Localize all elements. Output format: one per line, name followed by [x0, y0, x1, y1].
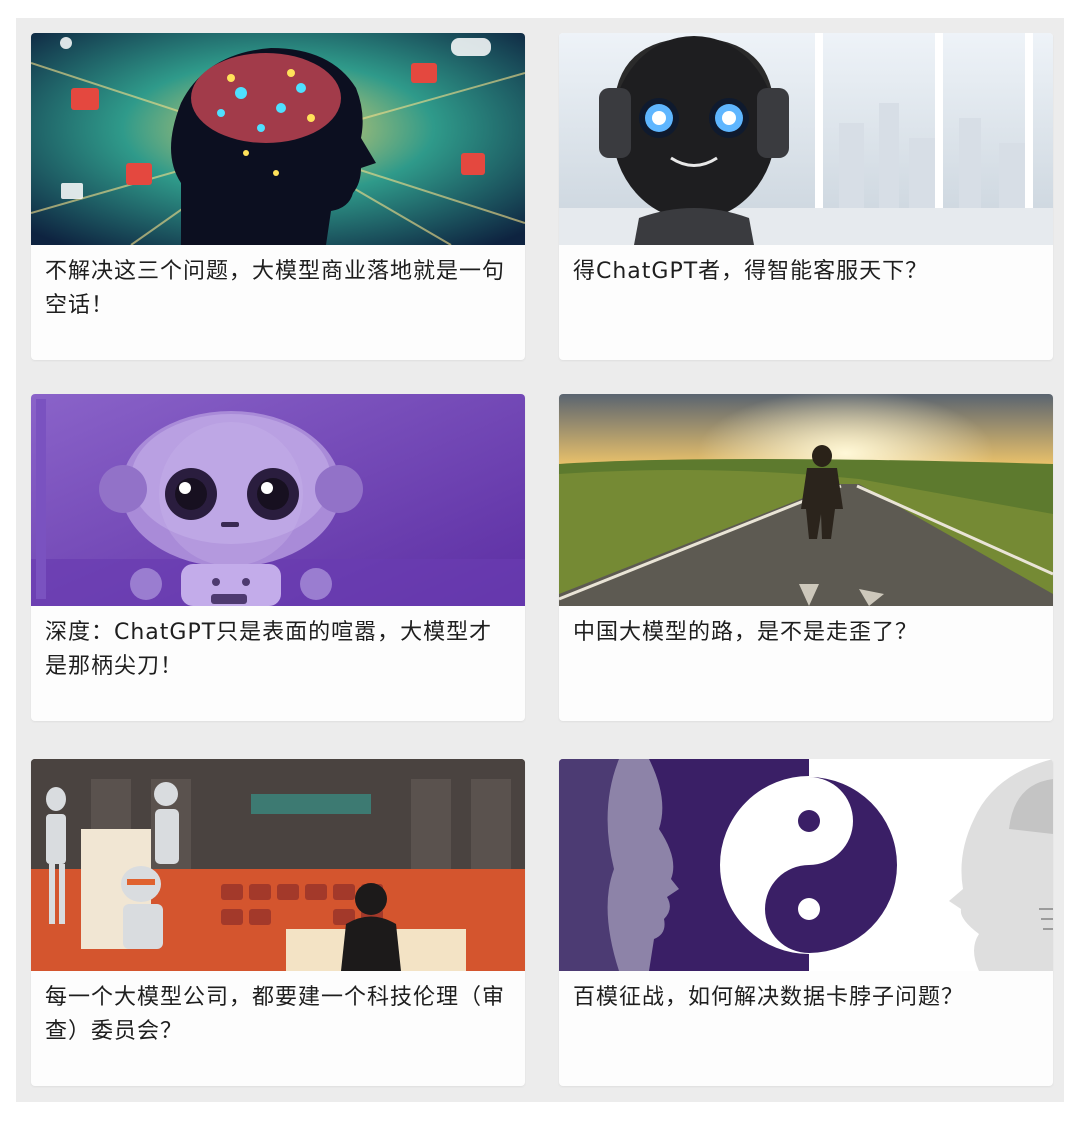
article-thumbnail[interactable] — [559, 759, 1053, 971]
article-card[interactable]: 每一个大模型公司，都要建一个科技伦理（审查）委员会？ — [31, 759, 525, 1086]
article-card[interactable]: 不解决这三个问题，大模型商业落地就是一句空话！ — [31, 33, 525, 360]
article-card[interactable]: 百模征战，如何解决数据卡脖子问题？ — [559, 759, 1053, 1086]
article-card[interactable]: 中国大模型的路，是不是走歪了？ — [559, 394, 1053, 721]
article-card[interactable]: 得ChatGPT者，得智能客服天下？ — [559, 33, 1053, 360]
robots-courtroom-image — [31, 759, 525, 971]
article-grid: 不解决这三个问题，大模型商业落地就是一句空话！ 得ChatGPT者，得智能客服天… — [16, 18, 1064, 1102]
article-card[interactable]: 深度：ChatGPT只是表面的喧嚣，大模型才是那柄尖刀！ — [31, 394, 525, 721]
article-thumbnail[interactable] — [559, 394, 1053, 606]
article-thumbnail[interactable] — [31, 394, 525, 606]
article-title[interactable]: 中国大模型的路，是不是走歪了？ — [573, 616, 1041, 650]
purple-cartoon-robot-image — [31, 394, 525, 606]
man-walking-road-image — [559, 394, 1053, 606]
article-title[interactable]: 每一个大模型公司，都要建一个科技伦理（审查）委员会？ — [45, 981, 513, 1049]
robot-with-headphones-image — [559, 33, 1053, 245]
article-title[interactable]: 深度：ChatGPT只是表面的喧嚣，大模型才是那柄尖刀！ — [45, 616, 513, 684]
human-robot-yinyang-image — [559, 759, 1053, 971]
article-thumbnail[interactable] — [31, 33, 525, 245]
article-title[interactable]: 百模征战，如何解决数据卡脖子问题？ — [573, 981, 1041, 1015]
article-thumbnail[interactable] — [559, 33, 1053, 245]
article-title[interactable]: 不解决这三个问题，大模型商业落地就是一句空话！ — [45, 255, 513, 323]
article-thumbnail[interactable] — [31, 759, 525, 971]
article-title[interactable]: 得ChatGPT者，得智能客服天下？ — [573, 255, 1041, 289]
ai-brain-head-image — [31, 33, 525, 245]
